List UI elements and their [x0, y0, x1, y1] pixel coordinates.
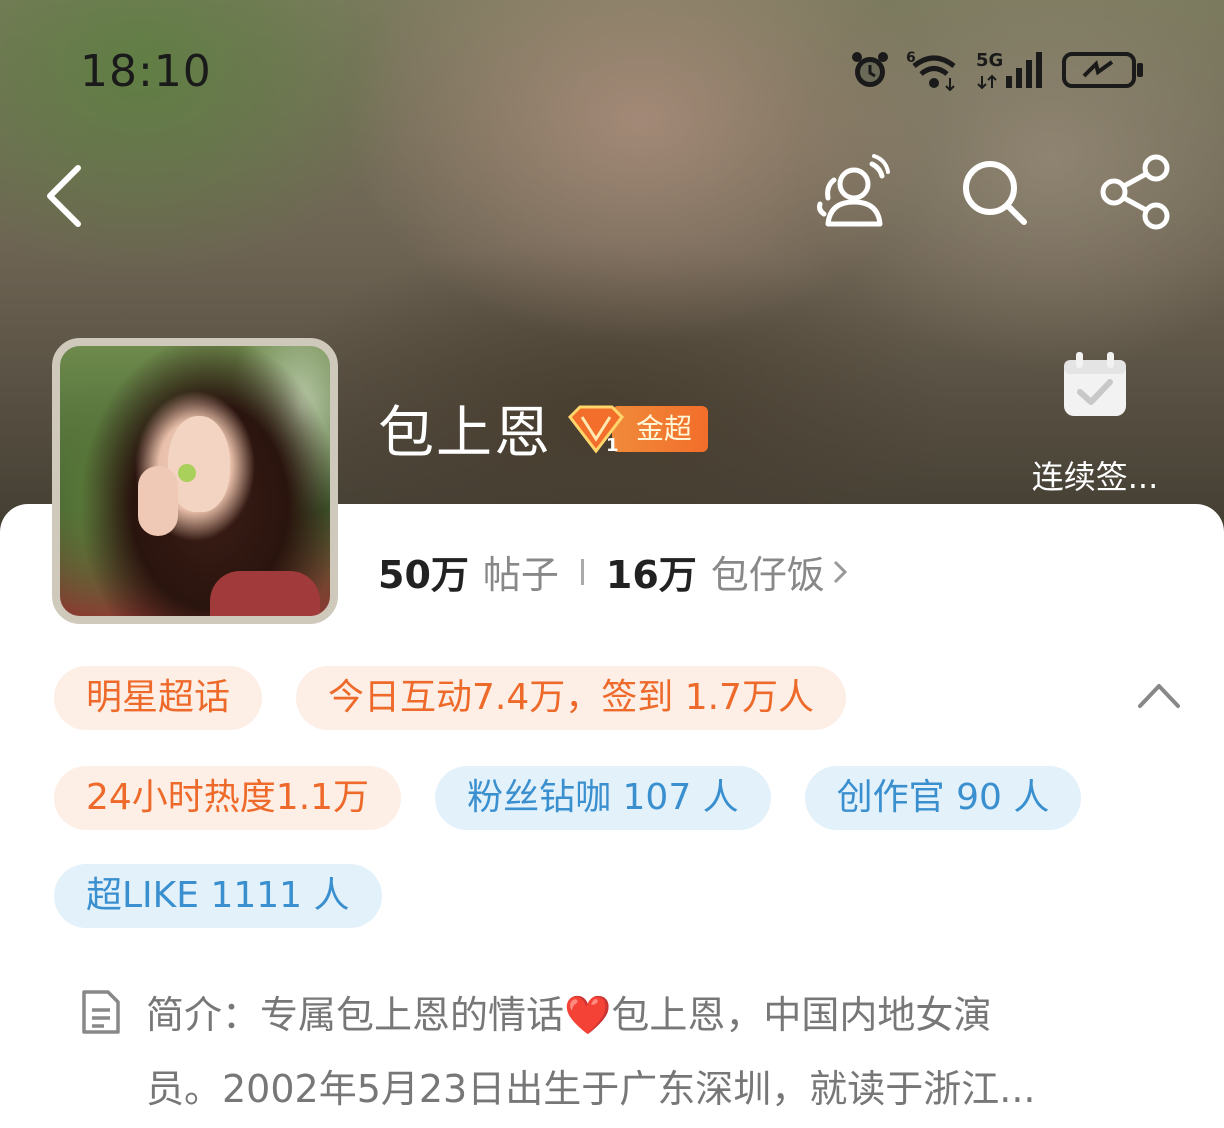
avatar-hand	[138, 466, 178, 536]
page-title: 包上恩	[378, 401, 552, 466]
search-button[interactable]	[956, 150, 1032, 234]
fans-label: 包仔饭	[710, 553, 825, 597]
share-button[interactable]	[1098, 150, 1174, 234]
stats-row[interactable]: 50万 帖子 16万 包仔饭	[378, 544, 849, 599]
chevron-up-icon[interactable]	[1136, 680, 1182, 710]
nav-actions	[814, 150, 1174, 234]
tags-row-3: 超LIKE 1111 人	[54, 864, 382, 928]
tag-super-like[interactable]: 超LIKE 1111 人	[54, 864, 382, 928]
posts-count: 50万	[378, 553, 469, 597]
status-icons: 6 5G	[848, 48, 1146, 92]
community-icon	[817, 154, 890, 227]
document-icon	[82, 990, 120, 1034]
intro-prefix: 简介：专属包上恩的情话	[146, 993, 565, 1037]
chevron-right-icon	[833, 560, 847, 583]
share-icon	[1100, 154, 1170, 230]
tag-24h-heat[interactable]: 24小时热度1.1万	[54, 766, 402, 830]
tags-row-2: 24小时热度1.1万 粉丝钻咖 107 人 创作官 90 人	[54, 766, 1082, 830]
tag-star-topic[interactable]: 明星超话	[54, 666, 263, 730]
tag-today-interaction[interactable]: 今日互动7.4万，签到 1.7万人	[296, 666, 846, 730]
svg-text:1: 1	[606, 435, 619, 455]
wifi-icon: 6	[906, 50, 956, 92]
badge-label: 金超	[612, 405, 709, 452]
back-button[interactable]	[40, 160, 100, 230]
signal-5g-icon: 5G	[976, 50, 1042, 90]
tag-creator[interactable]: 创作官 90 人	[804, 766, 1082, 830]
avatar[interactable]	[52, 338, 338, 624]
back-icon	[47, 165, 81, 227]
intro-line-2: 员。2002年5月23日出生于广东深圳，就读于浙江...	[146, 1067, 1036, 1111]
diamond-badge-icon: 1	[568, 405, 624, 455]
calendar-check-icon	[1064, 352, 1126, 416]
alarm-icon	[852, 52, 888, 87]
gold-super-badge[interactable]: 1 金超	[566, 405, 709, 455]
intro-rest: 包上恩，中国内地女演	[611, 993, 992, 1037]
svg-text:5G: 5G	[976, 50, 1003, 71]
community-button[interactable]	[814, 150, 890, 234]
status-time: 18:10	[80, 46, 212, 97]
battery-icon	[1062, 52, 1143, 88]
search-icon	[963, 161, 1027, 225]
status-bar: 18:10 6 5G	[0, 40, 1224, 104]
posts-label: 帖子	[482, 553, 559, 597]
fans-count: 16万	[605, 553, 697, 597]
tag-fan-diamond[interactable]: 粉丝钻咖 107 人	[435, 766, 771, 830]
checkin-label: 连续签...	[1031, 458, 1159, 496]
intro-line-1: 简介：专属包上恩的情话❤️包上恩，中国内地女演	[80, 978, 1170, 1052]
title-row: 包上恩 1 金超	[378, 388, 709, 469]
avatar-dress	[210, 571, 320, 616]
avatar-grape	[178, 464, 196, 482]
heart-emoji: ❤️	[564, 993, 612, 1037]
intro-section[interactable]: 简介：专属包上恩的情话❤️包上恩，中国内地女演 员。2002年5月23日出生于广…	[80, 978, 1170, 1126]
stats-divider	[580, 558, 584, 585]
tags-row-1: 明星超话 今日互动7.4万，签到 1.7万人	[54, 666, 846, 730]
checkin-button[interactable]: 连续签...	[1030, 350, 1160, 498]
